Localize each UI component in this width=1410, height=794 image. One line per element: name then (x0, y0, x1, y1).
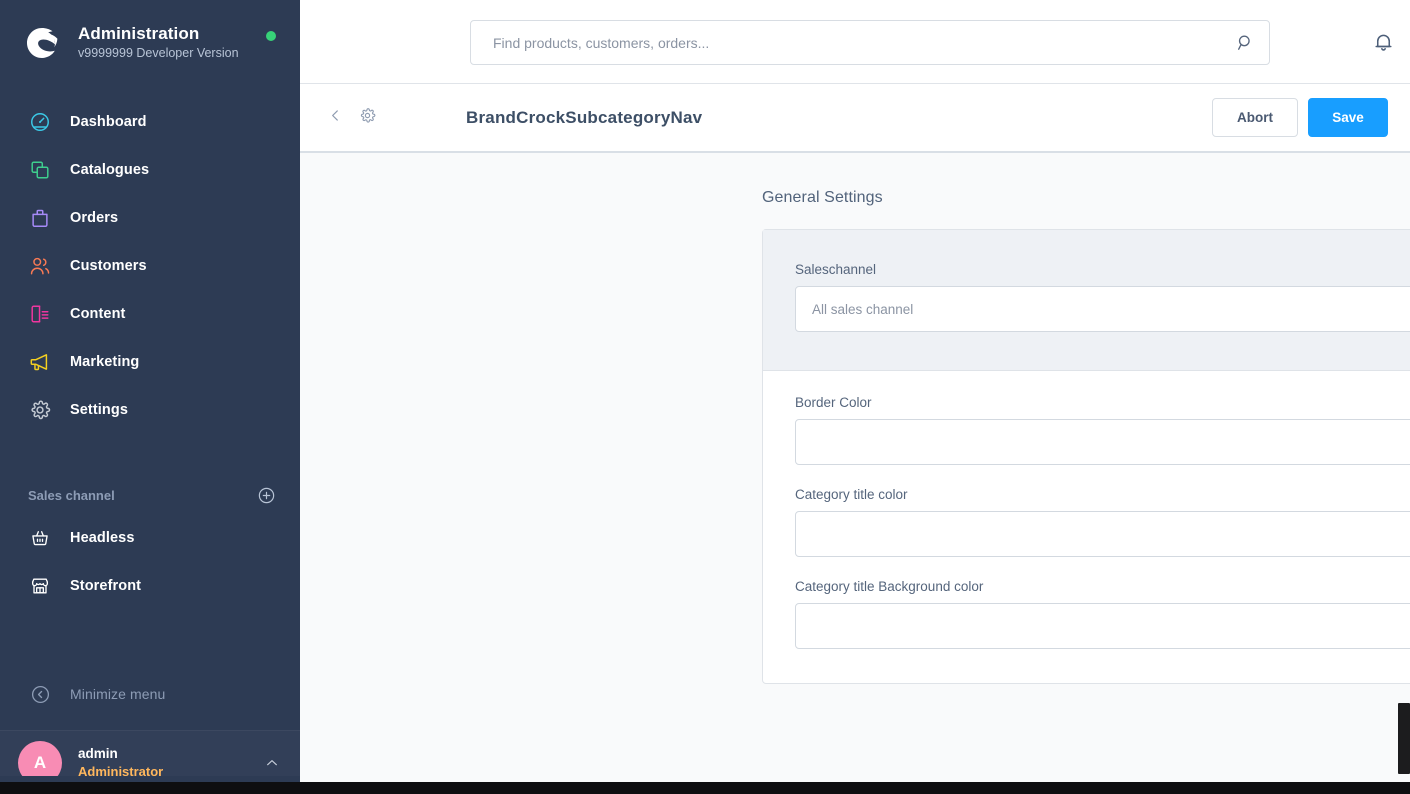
sidebar-item-customers[interactable]: Customers (0, 242, 300, 290)
online-status-dot (266, 31, 276, 41)
marketing-megaphone-icon (24, 346, 56, 378)
brand-title: Administration (78, 24, 200, 43)
abort-button[interactable]: Abort (1212, 98, 1298, 137)
sidebar-item-content[interactable]: Content (0, 290, 300, 338)
orders-bag-icon (24, 202, 56, 234)
headless-basket-icon (24, 522, 56, 554)
sidebar-item-storefront[interactable]: Storefront (0, 562, 300, 610)
minimize-menu-button[interactable]: Minimize menu (0, 672, 300, 716)
border-color-input[interactable] (795, 419, 1410, 465)
vertical-scrollbar-thumb[interactable] (1398, 703, 1410, 774)
plus-circle-icon[interactable] (257, 486, 276, 505)
sidebar-item-label: Content (70, 306, 126, 322)
border-color-field: Border Color (795, 395, 1410, 465)
user-name: admin (78, 745, 118, 761)
bell-icon (1372, 30, 1395, 58)
search-icon[interactable] (1236, 33, 1255, 52)
settings-container: General Settings Saleschannel All sales … (762, 189, 1410, 684)
border-color-label: Border Color (795, 395, 872, 410)
search-box[interactable] (470, 20, 1270, 65)
shopware-logo-icon (22, 23, 62, 63)
chevron-left-icon (327, 107, 344, 129)
catalogues-icon (24, 154, 56, 186)
category-title-color-input[interactable] (795, 511, 1410, 557)
dashboard-icon (24, 106, 56, 138)
storefront-icon (24, 570, 56, 602)
minimize-menu-label: Minimize menu (70, 686, 166, 702)
category-title-background-color-input[interactable] (795, 603, 1410, 649)
sidebar-item-label: Storefront (70, 578, 142, 594)
brand-version: v9999999 Developer Version (78, 46, 239, 60)
sidebar-item-headless[interactable]: Headless (0, 514, 300, 562)
sales-channel-section-header: Sales channel (0, 476, 300, 514)
saleschannel-select-wrap (795, 286, 1410, 332)
saleschannel-label: Saleschannel (795, 262, 877, 277)
settings-gear-icon (24, 394, 56, 426)
color-settings-section: Border Color Category title color Catego… (763, 371, 1410, 683)
chevron-left-circle-icon (24, 678, 56, 710)
top-bar (300, 0, 1410, 84)
saleschannel-select[interactable] (795, 286, 1410, 332)
saleschannel-section: Saleschannel (763, 230, 1410, 371)
content-area: General Settings Saleschannel All sales … (300, 153, 1410, 794)
sidebar-item-dashboard[interactable]: Dashboard (0, 98, 300, 146)
main-navigation: Dashboard Catalogues Orders Customers Co… (0, 86, 300, 434)
sidebar-item-label: Headless (70, 530, 135, 546)
customers-icon (24, 250, 56, 282)
sidebar-item-label: Orders (70, 210, 119, 226)
global-search (470, 20, 1270, 65)
page-title: BrandCrockSubcategoryNav (466, 107, 703, 127)
category-title-background-color-label: Category title Background color (795, 579, 984, 594)
page-settings-button[interactable] (352, 103, 382, 133)
main-area: BrandCrockSubcategoryNav Abort Save Gene… (300, 0, 1410, 794)
page-title-bar: BrandCrockSubcategoryNav Abort Save (300, 84, 1410, 153)
admin-app: Administration v9999999 Developer Versio… (0, 0, 1410, 794)
sidebar-item-orders[interactable]: Orders (0, 194, 300, 242)
back-button[interactable] (320, 103, 350, 133)
category-title-color-label: Category title color (795, 487, 908, 502)
save-button[interactable]: Save (1308, 98, 1388, 137)
chevron-up-icon[interactable] (264, 755, 280, 771)
sidebar: Administration v9999999 Developer Versio… (0, 0, 300, 794)
notifications-button[interactable] (1362, 26, 1404, 62)
category-title-background-color-field: Category title Background color (795, 579, 1410, 649)
sidebar-item-label: Dashboard (70, 114, 147, 130)
sidebar-item-settings[interactable]: Settings (0, 386, 300, 434)
sidebar-item-catalogues[interactable]: Catalogues (0, 146, 300, 194)
sidebar-item-label: Customers (70, 258, 147, 274)
sidebar-item-label: Catalogues (70, 162, 150, 178)
gear-icon (359, 107, 376, 129)
general-settings-card: Saleschannel Border Color (762, 229, 1410, 684)
sales-channel-section-label: Sales channel (28, 487, 115, 503)
window-bottom-bar (0, 782, 1410, 794)
content-icon (24, 298, 56, 330)
sidebar-item-marketing[interactable]: Marketing (0, 338, 300, 386)
page-actions: Abort Save (1212, 98, 1388, 137)
sidebar-item-label: Marketing (70, 354, 140, 370)
category-title-color-field: Category title color (795, 487, 1410, 557)
search-input[interactable] (493, 34, 1228, 51)
section-title: General Settings (762, 189, 883, 206)
sidebar-item-label: Settings (70, 402, 128, 418)
sidebar-brand[interactable]: Administration v9999999 Developer Versio… (0, 0, 300, 86)
